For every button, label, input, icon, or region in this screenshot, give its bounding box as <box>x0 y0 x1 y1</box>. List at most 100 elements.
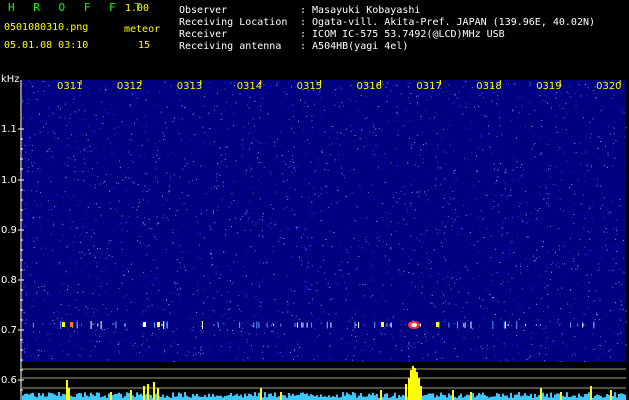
noise-dot <box>215 176 217 178</box>
noise-dot <box>470 319 472 321</box>
noise-dot <box>250 144 252 146</box>
noise-dot <box>220 113 222 115</box>
echo-trace <box>280 323 282 327</box>
noise-dot <box>270 85 272 87</box>
noise-dot <box>53 321 55 323</box>
noise-dot <box>350 125 352 127</box>
noise-dot <box>179 262 181 264</box>
noise-dot <box>379 322 381 324</box>
noise-dot <box>304 288 305 290</box>
freq-unit-label: kHz <box>1 74 20 85</box>
noise-dot <box>100 286 102 287</box>
noise-dot <box>209 143 211 145</box>
noise-dot <box>496 271 498 273</box>
noise-dot <box>68 128 70 130</box>
noise-dot <box>570 297 572 299</box>
noise-dot <box>316 282 318 284</box>
noise-dot <box>104 269 106 270</box>
noise-dot <box>29 221 31 223</box>
noise-dot <box>398 223 399 224</box>
amplitude-noise-bar <box>208 393 210 400</box>
noise-dot <box>472 87 474 89</box>
noise-dot <box>550 226 552 227</box>
noise-dot <box>434 249 436 251</box>
noise-dot <box>569 86 571 88</box>
noise-dot <box>344 282 345 283</box>
noise-dot <box>294 290 296 292</box>
noise-dot <box>87 171 89 172</box>
noise-dot <box>193 326 195 328</box>
noise-dot <box>223 185 225 187</box>
noise-dot <box>552 340 554 342</box>
noise-dot <box>364 345 366 346</box>
noise-dot <box>243 126 244 128</box>
noise-dot <box>371 156 373 158</box>
noise-dot <box>167 219 169 221</box>
noise-dot <box>556 166 558 168</box>
noise-dot <box>60 143 61 145</box>
noise-dot <box>31 190 32 192</box>
noise-dot <box>169 190 171 192</box>
noise-dot <box>310 337 312 339</box>
noise-dot <box>145 284 147 286</box>
noise-dot <box>109 202 111 204</box>
noise-dot <box>29 137 31 139</box>
noise-dot <box>477 336 479 338</box>
location-value: : Ogata-vill. Akita-Pref. JAPAN (139.96E… <box>300 17 596 28</box>
noise-dot <box>347 262 348 263</box>
noise-dot <box>489 206 491 208</box>
noise-dot <box>136 209 138 211</box>
noise-dot <box>517 308 519 310</box>
noise-dot <box>23 269 25 271</box>
noise-dot <box>574 193 576 195</box>
noise-dot <box>24 145 26 147</box>
noise-dot <box>541 120 543 122</box>
amplitude-noise-bar <box>112 395 114 400</box>
noise-dot <box>286 234 288 236</box>
noise-dot <box>408 359 410 361</box>
noise-dot <box>51 233 52 235</box>
noise-dot <box>53 197 54 198</box>
noise-dot <box>190 140 192 141</box>
noise-dot <box>345 88 347 90</box>
noise-dot <box>330 299 331 301</box>
noise-dot <box>262 318 264 320</box>
noise-dot <box>69 117 71 119</box>
noise-dot <box>342 151 344 153</box>
noise-dot <box>117 127 119 129</box>
noise-dot <box>23 348 25 350</box>
noise-dot <box>30 155 32 157</box>
noise-dot <box>148 244 150 246</box>
noise-dot <box>448 284 450 286</box>
noise-dot <box>194 268 196 270</box>
noise-dot <box>27 286 28 288</box>
noise-dot <box>471 120 473 122</box>
noise-dot <box>245 323 246 325</box>
noise-dot <box>491 297 493 299</box>
noise-dot <box>88 125 90 127</box>
noise-dot <box>525 258 527 260</box>
noise-dot <box>77 284 79 285</box>
noise-dot <box>379 197 381 198</box>
noise-dot <box>306 286 308 288</box>
noise-dot <box>23 117 25 119</box>
noise-dot <box>478 224 479 226</box>
noise-dot <box>247 268 249 270</box>
noise-dot <box>176 282 178 284</box>
noise-dot <box>293 146 295 148</box>
noise-dot <box>62 223 64 225</box>
noise-dot <box>399 243 400 245</box>
noise-dot <box>287 302 289 303</box>
noise-dot <box>283 161 285 163</box>
noise-dot <box>34 177 36 179</box>
noise-dot <box>364 306 366 308</box>
noise-dot <box>557 319 559 321</box>
noise-dot <box>91 349 93 351</box>
signal-spike <box>66 380 68 400</box>
noise-dot <box>220 274 222 276</box>
noise-dot <box>224 159 226 161</box>
noise-dot <box>247 218 249 220</box>
noise-dot <box>256 157 258 159</box>
noise-dot <box>293 132 295 133</box>
amplitude-noise-bar <box>78 393 80 400</box>
